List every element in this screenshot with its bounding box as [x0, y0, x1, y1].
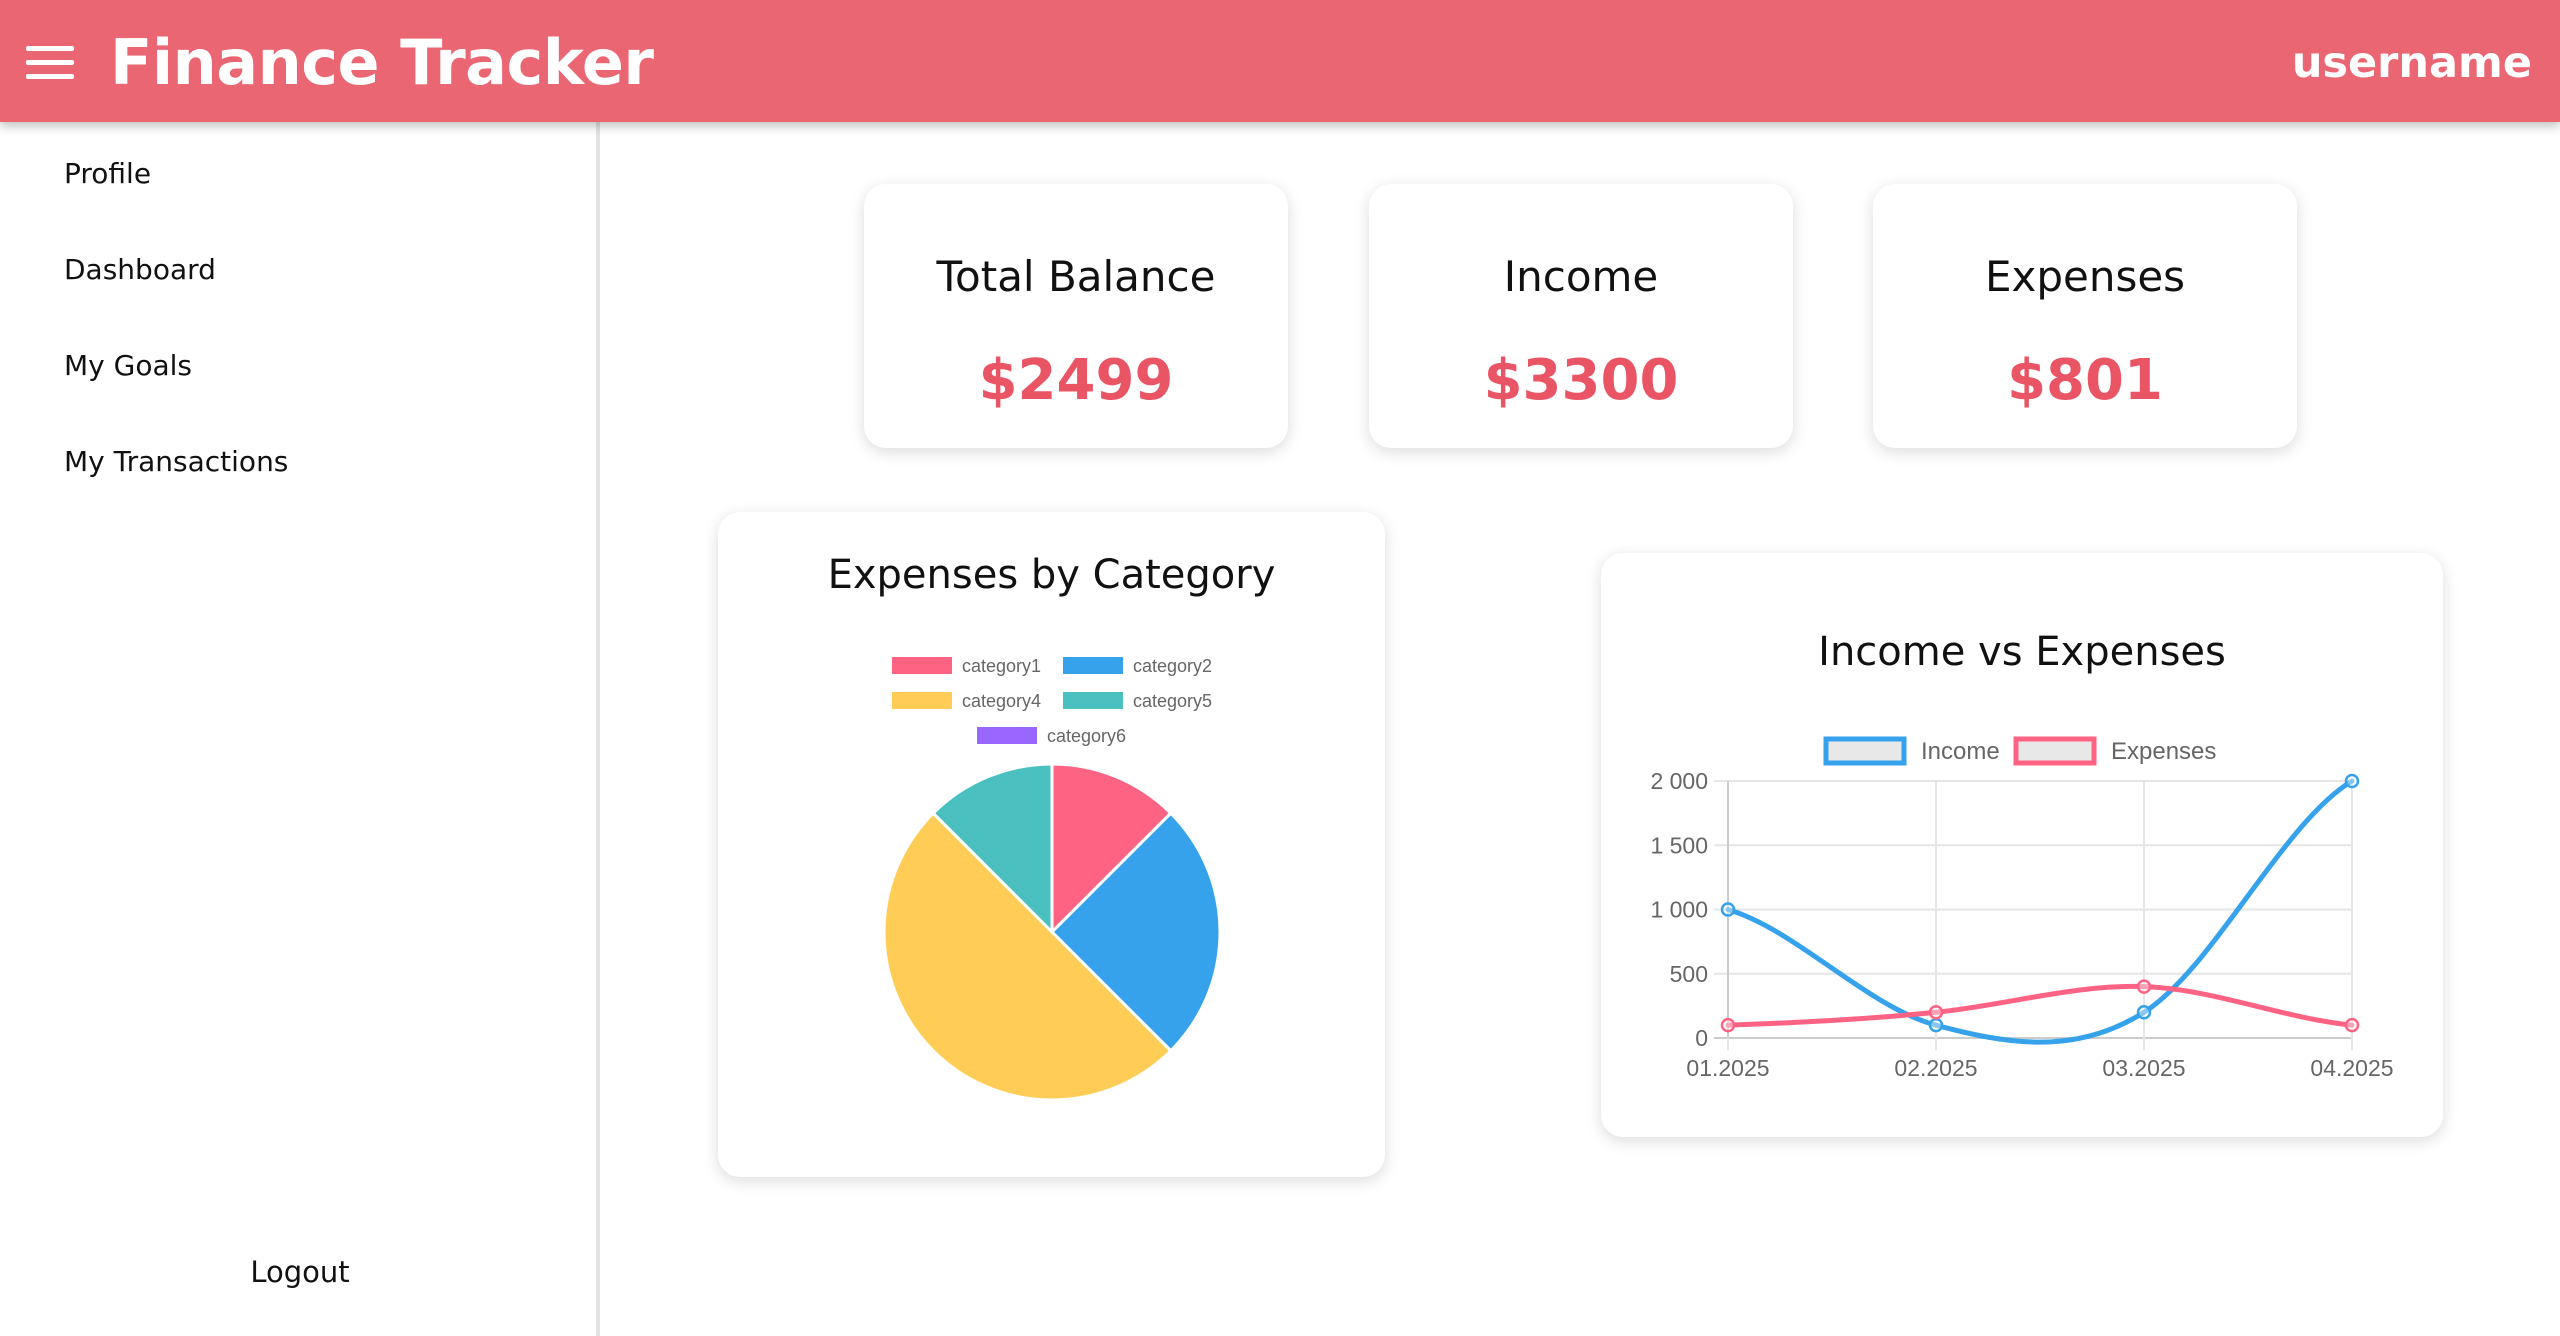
stat-value: $801 — [2007, 348, 2163, 413]
data-point-expenses[interactable] — [2344, 1017, 2360, 1033]
data-point-income[interactable] — [2136, 1005, 2152, 1020]
sidebar-item-my-transactions[interactable]: My Transactions — [64, 445, 288, 478]
y-tick-label: 2 000 — [1650, 768, 1708, 794]
series-line-expenses — [1725, 983, 2355, 1028]
sidebar-item-profile[interactable]: Profile — [64, 157, 151, 190]
stat-value: $2499 — [978, 348, 1174, 413]
sidebar-item-my-goals[interactable]: My Goals — [64, 349, 192, 382]
app-title: Finance Tracker — [110, 26, 654, 99]
data-point-expenses[interactable] — [1928, 1005, 1944, 1020]
legend-swatch-expenses[interactable] — [2013, 736, 2097, 766]
expenses-by-category-card: Expenses by Category category1 category2 c… — [718, 512, 1385, 1177]
stat-card-income: Income $3300 — [1369, 184, 1793, 448]
data-point-expenses[interactable] — [1720, 1017, 1736, 1033]
x-tick-label: 03.2025 — [2102, 1055, 2185, 1081]
data-point-income[interactable] — [2344, 773, 2360, 789]
legend-swatch-category4[interactable] — [892, 692, 952, 709]
y-tick-label: 1 500 — [1650, 832, 1708, 858]
pie-chart: category1 category2 category4 category5 cate… — [882, 656, 1222, 1102]
stat-card-expenses: Expenses $801 — [1873, 184, 2297, 448]
legend-swatch-category1[interactable] — [892, 657, 952, 674]
legend-label-expenses[interactable]: Expenses — [2111, 738, 2216, 765]
legend-label-income[interactable]: Income — [1921, 738, 2000, 765]
legend-label-category5[interactable]: category5 — [1133, 691, 1212, 711]
app-header: Finance Tracker username — [0, 0, 2560, 122]
y-tick-label: 0 — [1695, 1025, 1708, 1051]
x-tick-label: 04.2025 — [2310, 1055, 2393, 1081]
legend-swatch-income[interactable] — [1823, 736, 1907, 766]
data-point-expenses[interactable] — [2136, 979, 2152, 994]
legend-label-category1[interactable]: category1 — [962, 656, 1041, 676]
legend-label-category2[interactable]: category2 — [1133, 656, 1212, 676]
x-tick-label: 02.2025 — [1894, 1055, 1977, 1081]
line-chart: Income Expenses 0 500 1 000 1 500 2 000 01.2025… — [1650, 736, 2394, 1081]
legend-swatch-category5[interactable] — [1063, 692, 1123, 709]
legend-label-category6[interactable]: category6 — [1047, 726, 1126, 746]
income-vs-expenses-card: Income vs Expenses Income Expenses 0 500 1 0… — [1601, 553, 2443, 1137]
sidebar: Profile Dashboard My Goals My Transactio… — [0, 122, 600, 1336]
stat-card-total-balance: Total Balance $2499 — [864, 184, 1288, 448]
logout-button[interactable]: Logout — [0, 1255, 600, 1289]
legend-label-category4[interactable]: category4 — [962, 691, 1041, 711]
series-line-income — [1725, 778, 2355, 1045]
sidebar-item-dashboard[interactable]: Dashboard — [64, 253, 216, 286]
hamburger-menu-icon[interactable] — [26, 46, 74, 80]
username-label[interactable]: username — [2292, 38, 2532, 88]
legend-swatch-category2[interactable] — [1063, 657, 1123, 674]
stat-value: $3300 — [1483, 348, 1679, 413]
x-tick-label: 01.2025 — [1686, 1055, 1769, 1081]
y-tick-label: 1 000 — [1650, 897, 1708, 923]
legend-swatch-category6[interactable] — [977, 727, 1037, 744]
y-tick-label: 500 — [1670, 961, 1708, 987]
stat-title: Expenses — [1984, 252, 2186, 301]
stat-title: Income — [1503, 252, 1659, 301]
data-point-income[interactable] — [1928, 1017, 1944, 1033]
data-point-income[interactable] — [1720, 902, 1736, 917]
stat-title: Total Balance — [936, 252, 1216, 301]
